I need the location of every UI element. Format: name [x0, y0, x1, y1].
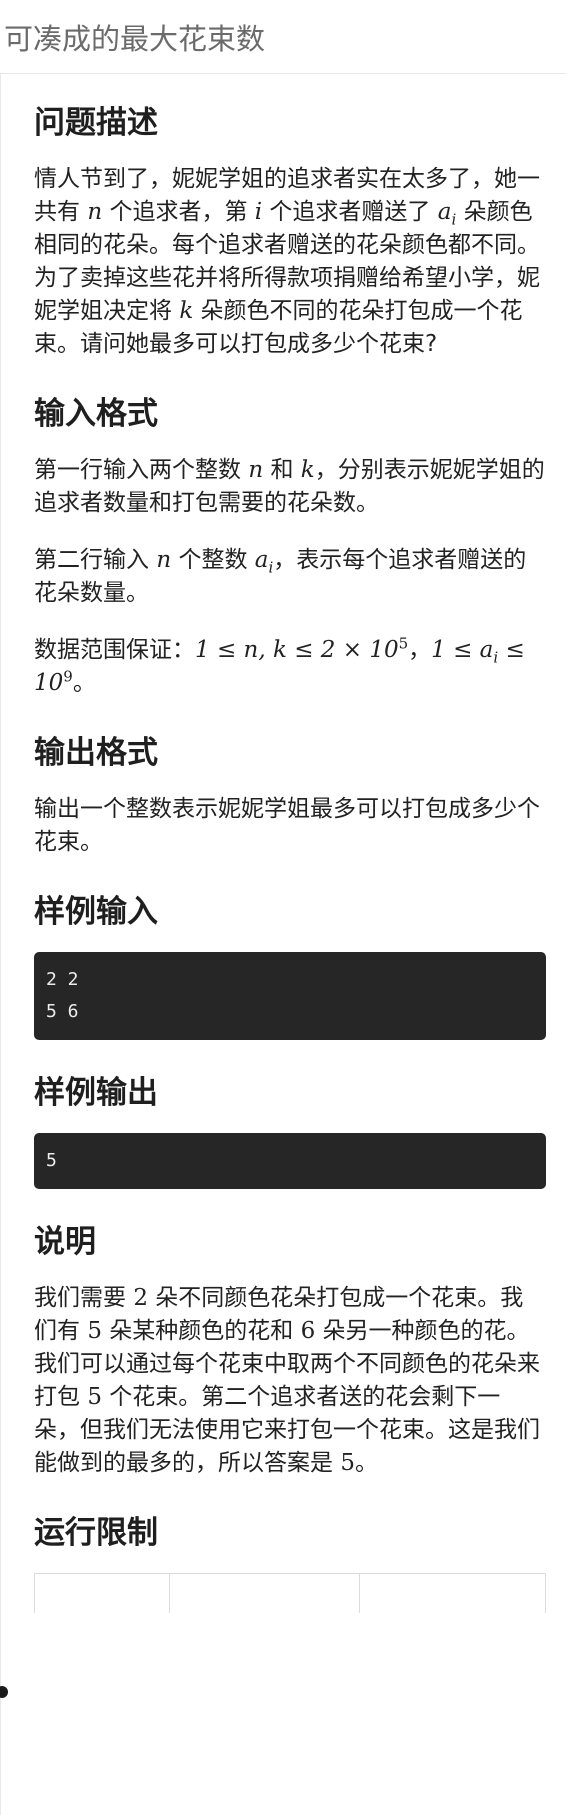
explanation-text: 我们需要 2 朵不同颜色花朵打包成一个花束。我们有 5 朵某种颜色的花和 6 朵… — [34, 1285, 540, 1476]
input-format-line1: 第一行输入两个整数 n 和 k，分别表示妮妮学姐的追求者数量和打包需要的花朵数。 — [34, 457, 545, 516]
scroll-marker-dot — [0, 1686, 8, 1698]
problem-card: 问题描述 情人节到了，妮妮学姐的追求者实在太多了，她一共有 n 个追求者，第 i… — [0, 74, 566, 1815]
sample-input-code-block[interactable]: 2 2 5 6 — [34, 952, 546, 1040]
sample-input-line: 5 6 — [46, 1001, 79, 1022]
sample-output-line: 5 — [46, 1150, 57, 1171]
runtime-limits-heading: 运行限制 — [34, 1515, 158, 1551]
output-format-heading: 输出格式 — [34, 735, 158, 771]
sample-output-heading: 样例输出 — [34, 1075, 158, 1111]
data-range-text: 数据范围保证：1 ≤ n, k ≤ 2 × 105，1 ≤ ai ≤ 109。 — [34, 634, 525, 696]
description-text: 情人节到了，妮妮学姐的追求者实在太多了，她一共有 n 个追求者，第 i 个追求者… — [34, 166, 540, 357]
table-cell — [170, 1574, 360, 1613]
description-heading: 问题描述 — [34, 105, 158, 141]
runtime-limits-table — [34, 1573, 546, 1613]
sample-output-code-block[interactable]: 5 — [34, 1133, 546, 1189]
input-format-line2: 第二行输入 n 个整数 ai，表示每个追求者赠送的花朵数量。 — [34, 547, 527, 606]
sample-input-line: 2 2 — [46, 969, 79, 990]
table-cell — [35, 1574, 170, 1613]
input-format-heading: 输入格式 — [34, 396, 158, 432]
explanation-heading: 说明 — [34, 1224, 96, 1260]
page-title: 可凑成的最大花束数 — [4, 22, 266, 56]
output-format-text: 输出一个整数表示妮妮学姐最多可以打包成多少个花束。 — [34, 796, 540, 855]
sample-input-heading: 样例输入 — [34, 894, 158, 930]
top-bar: 可凑成的最大花束数 — [0, 0, 566, 74]
problem-content: 问题描述 情人节到了，妮妮学姐的追求者实在太多了，她一共有 n 个追求者，第 i… — [34, 74, 546, 1613]
